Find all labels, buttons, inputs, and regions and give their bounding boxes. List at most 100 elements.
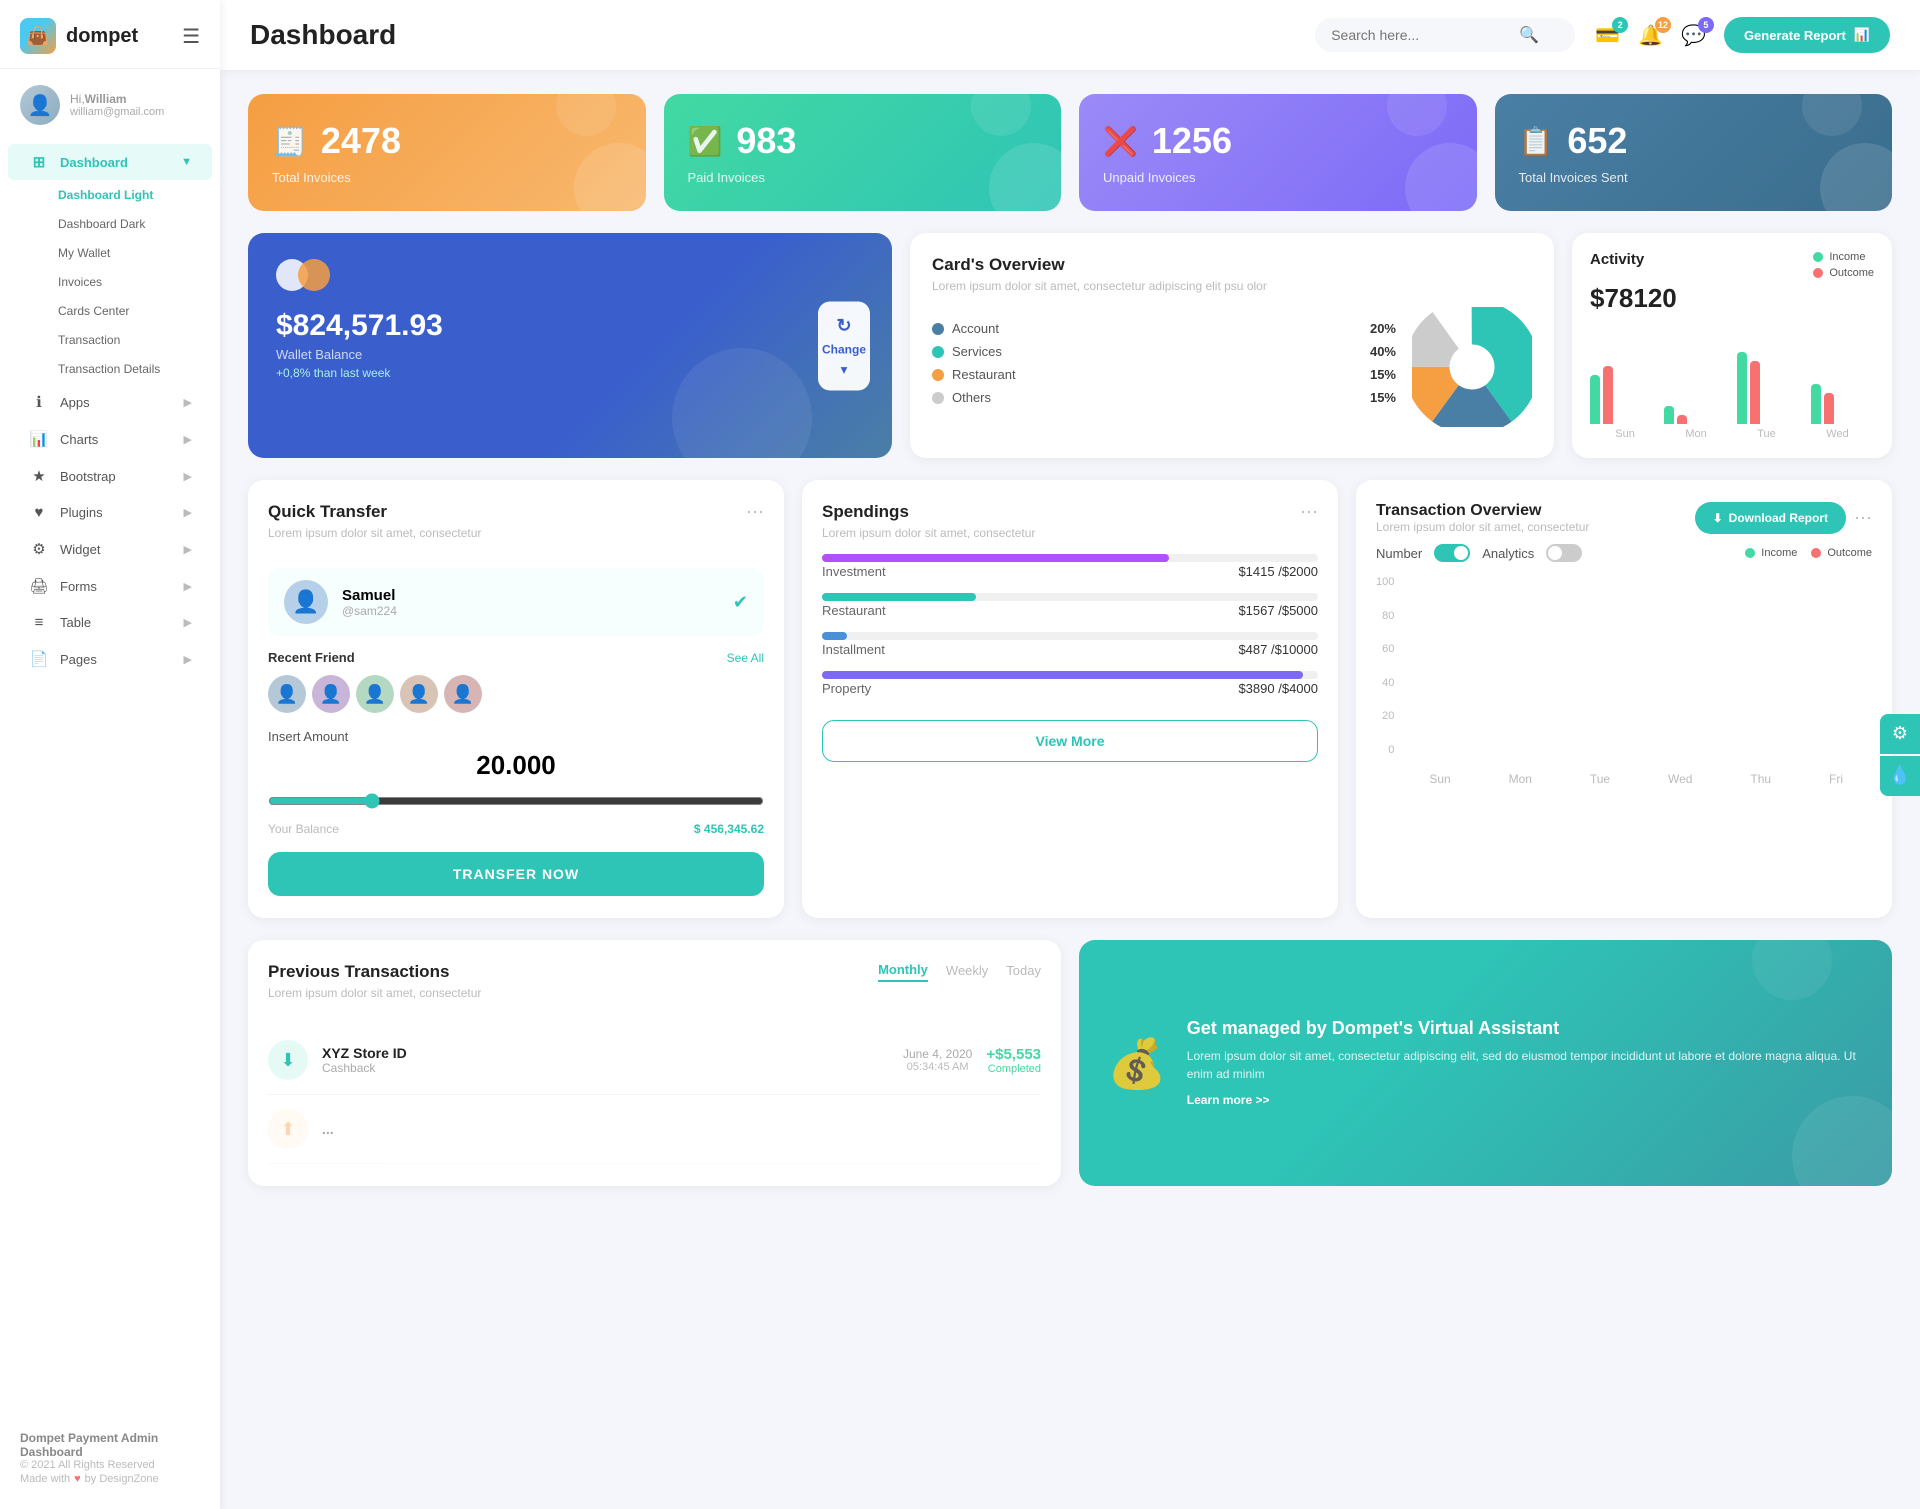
theme-side-btn[interactable]: 💧 [1880,756,1920,796]
stat-label: Total Invoices [272,170,622,185]
user-section: 👤 Hi,William william@gmail.com [0,69,220,137]
income-legend: Income [1745,547,1797,559]
prev-transactions-sub: Lorem ipsum dolor sit amet, consectetur [268,986,481,1000]
search-input[interactable] [1331,27,1511,43]
recent-friends-row: 👤 👤 👤 👤 👤 [268,675,764,713]
tx-amount: +$5,553 [986,1046,1041,1063]
sidebar-item-pages[interactable]: 📄 Pages ▶ [8,641,212,677]
va-icon: 💰 [1107,1035,1167,1092]
chat-icon-btn[interactable]: 💬 5 [1681,23,1706,48]
va-bubble2 [1752,940,1832,1000]
va-learn-more-link[interactable]: Learn more >> [1187,1093,1270,1107]
more-options-icon[interactable]: ⋯ [746,502,764,523]
sidebar-item-table[interactable]: ≡ Table ▶ [8,605,212,640]
user-email: william@gmail.com [70,106,164,118]
sidebar-item-charts[interactable]: 📊 Charts ▶ [8,421,212,457]
sidebar-sub-item-my-wallet[interactable]: My Wallet [8,239,212,267]
progress-bar [822,593,1318,601]
tab-monthly[interactable]: Monthly [878,962,928,982]
footer-made-with: Made with ♥ by DesignZone [20,1473,200,1485]
invoice-icon: 🧾 [272,125,307,158]
sidebar-item-widget[interactable]: ⚙ Widget ▶ [8,531,212,567]
chevron-right-icon: ▶ [184,653,192,666]
transfer-user-info: Samuel @sam224 [342,587,719,618]
stat-value: 983 [736,120,796,162]
analytics-toggle[interactable] [1546,544,1582,562]
sidebar-sub-item-dashboard-dark[interactable]: Dashboard Dark [8,210,212,238]
friend-avatar-4: 👤 [400,675,438,713]
download-report-button[interactable]: ⬇ Download Report [1695,502,1846,534]
see-all-link[interactable]: See All [727,651,764,665]
tx-time: 05:34:45 AM [903,1061,972,1073]
sidebar-sub-item-dashboard-light[interactable]: Dashboard Light [8,181,212,209]
hamburger-icon[interactable]: ☰ [182,24,200,49]
amount-display: 20.000 [268,750,764,781]
user-greeting: Hi,William [70,92,164,106]
activity-card: Activity Income Outcome $78120 [1572,233,1892,458]
logo-text: dompet [66,25,138,48]
bar-group-big [1807,656,1872,767]
spendings-title: Spendings [822,502,1035,522]
spending-row: Investment $1415 /$2000 [822,564,1318,579]
sidebar-sub-item-cards-center[interactable]: Cards Center [8,297,212,325]
outcome-bar [1824,393,1834,425]
income-bar [1737,352,1747,424]
stat-card-total-invoices: 🧾 2478 Total Invoices [248,94,646,211]
wallet-icon-btn[interactable]: 💳 2 [1595,23,1620,48]
tx-name: XYZ Store ID [322,1045,889,1061]
sidebar-sub-item-invoices[interactable]: Invoices [8,268,212,296]
sidebar-item-plugins[interactable]: ♥ Plugins ▶ [8,495,212,530]
activity-bar-chart [1590,324,1874,424]
sidebar-sub-item-transaction[interactable]: Transaction [8,326,212,354]
sidebar-item-label: Bootstrap [60,469,116,484]
legend-item-account: Account 20% [932,321,1396,336]
your-balance-label: Your Balance [268,822,339,836]
view-more-button[interactable]: View More [822,720,1318,762]
sidebar-item-dashboard[interactable]: ⊞ Dashboard ▼ [8,144,212,180]
sent-icon: 📋 [1519,125,1554,158]
spendings-sub: Lorem ipsum dolor sit amet, consectetur [822,526,1035,540]
bar-chart-icon: 📊 [1854,27,1870,43]
bell-icon-btn[interactable]: 🔔 12 [1638,23,1663,48]
legend-dot [932,323,944,335]
spending-row: Installment $487 /$10000 [822,642,1318,657]
number-toggle[interactable] [1434,544,1470,562]
toggle-knob [1454,546,1468,560]
bar-group [1664,406,1728,424]
tx-name: ... [322,1121,1041,1137]
more-options-icon[interactable]: ⋯ [1300,502,1318,523]
transaction-overview-sub: Lorem ipsum dolor sit amet, consectetur [1376,520,1589,534]
more-options-icon[interactable]: ⋯ [1854,508,1872,529]
tab-today[interactable]: Today [1006,963,1041,981]
income-bar-big [1807,673,1825,767]
tab-weekly[interactable]: Weekly [946,963,988,981]
spending-item-property: Property $3890 /$4000 [822,671,1318,696]
content-area: 🧾 2478 Total Invoices ✅ 983 Paid Invoice… [220,70,1920,1509]
amount-slider[interactable] [268,793,764,809]
outcome-bar [1750,361,1760,424]
quick-transfer-header: Quick Transfer Lorem ipsum dolor sit ame… [268,502,764,554]
quick-transfer-title: Quick Transfer [268,502,481,522]
spending-items: Investment $1415 /$2000 Restaurant $1567… [822,554,1318,696]
sidebar-item-forms[interactable]: 🖨 Forms ▶ [8,568,212,604]
tx-status: Completed [986,1063,1041,1075]
your-balance-value: $ 456,345.62 [694,822,764,836]
card-chip [276,259,864,291]
legend-dot [932,369,944,381]
generate-report-button[interactable]: Generate Report 📊 [1724,17,1890,53]
settings-side-btn[interactable]: ⚙ [1880,714,1920,754]
change-button[interactable]: ↻ Change ▾ [818,301,870,390]
wallet-badge: 2 [1612,17,1628,33]
activity-bar-labels: SunMonTueWed [1590,428,1874,440]
friend-avatar-3: 👤 [356,675,394,713]
spending-row: Property $3890 /$4000 [822,681,1318,696]
sidebar-item-apps[interactable]: ℹ Apps ▶ [8,384,212,420]
friend-avatar-2: 👤 [312,675,350,713]
chevron-right-icon: ▶ [184,616,192,629]
transfer-now-button[interactable]: TRANSFER NOW [268,852,764,896]
sidebar-sub-item-transaction-details[interactable]: Transaction Details [8,355,212,383]
cards-overview: Card's Overview Lorem ipsum dolor sit am… [910,233,1554,458]
outcome-bar [1677,415,1687,424]
virtual-assistant-card: 💰 Get managed by Dompet's Virtual Assist… [1079,940,1892,1186]
sidebar-item-bootstrap[interactable]: ★ Bootstrap ▶ [8,458,212,494]
